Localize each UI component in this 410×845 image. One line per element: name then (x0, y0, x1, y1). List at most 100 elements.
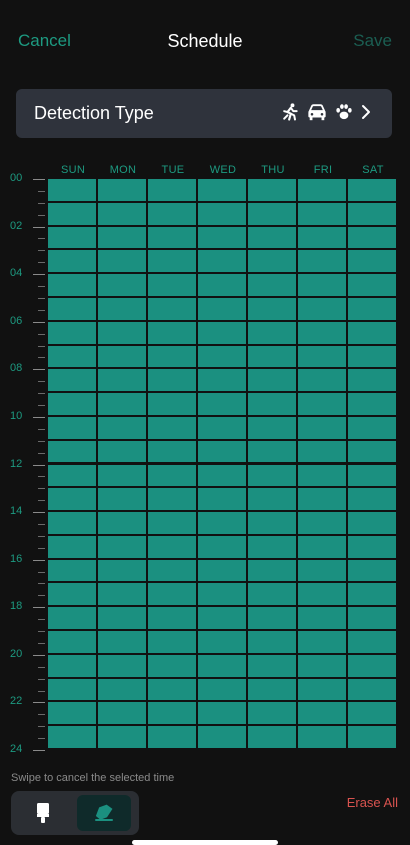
schedule-cell[interactable] (348, 393, 398, 417)
schedule-cell[interactable] (98, 345, 148, 370)
schedule-cell[interactable] (298, 179, 348, 203)
schedule-cell[interactable] (248, 631, 298, 655)
schedule-cell[interactable] (48, 179, 98, 203)
schedule-cell[interactable] (348, 607, 398, 632)
schedule-cell[interactable] (348, 464, 398, 489)
schedule-cell[interactable] (48, 250, 98, 275)
schedule-cell[interactable] (348, 488, 398, 513)
schedule-cell[interactable] (248, 654, 298, 679)
schedule-cell[interactable] (48, 202, 98, 227)
schedule-cell[interactable] (48, 631, 98, 655)
schedule-cell[interactable] (48, 369, 98, 394)
schedule-cell[interactable] (148, 440, 198, 465)
schedule-cell[interactable] (298, 464, 348, 489)
schedule-cell[interactable] (298, 726, 348, 750)
schedule-cell[interactable] (98, 440, 148, 465)
schedule-cell[interactable] (48, 726, 98, 750)
schedule-cell[interactable] (298, 559, 348, 584)
schedule-cell[interactable] (198, 393, 248, 417)
schedule-cell[interactable] (198, 440, 248, 465)
schedule-cell[interactable] (198, 702, 248, 727)
schedule-cell[interactable] (198, 345, 248, 370)
schedule-cell[interactable] (98, 654, 148, 679)
schedule-cell[interactable] (98, 393, 148, 417)
schedule-cell[interactable] (148, 393, 198, 417)
schedule-cell[interactable] (298, 607, 348, 632)
schedule-cell[interactable] (198, 512, 248, 536)
schedule-cell[interactable] (48, 512, 98, 536)
schedule-cell[interactable] (248, 179, 298, 203)
schedule-cell[interactable] (48, 535, 98, 560)
schedule-cell[interactable] (148, 726, 198, 750)
schedule-cell[interactable] (98, 512, 148, 536)
schedule-cell[interactable] (348, 631, 398, 655)
schedule-cell[interactable] (48, 654, 98, 679)
brush-tool-button[interactable] (16, 795, 70, 831)
schedule-cell[interactable] (298, 512, 348, 536)
schedule-cell[interactable] (248, 440, 298, 465)
schedule-cell[interactable] (148, 702, 198, 727)
schedule-cell[interactable] (148, 226, 198, 251)
schedule-cell[interactable] (148, 345, 198, 370)
schedule-cell[interactable] (148, 559, 198, 584)
schedule-cell[interactable] (198, 250, 248, 275)
schedule-cell[interactable] (248, 583, 298, 608)
schedule-cell[interactable] (348, 416, 398, 441)
schedule-cell[interactable] (48, 583, 98, 608)
schedule-cell[interactable] (98, 535, 148, 560)
schedule-cell[interactable] (148, 583, 198, 608)
schedule-cell[interactable] (248, 250, 298, 275)
schedule-cell[interactable] (298, 416, 348, 441)
schedule-cell[interactable] (298, 488, 348, 513)
schedule-cell[interactable] (348, 321, 398, 346)
schedule-cell[interactable] (298, 678, 348, 703)
schedule-cell[interactable] (348, 274, 398, 298)
erase-all-button[interactable]: Erase All (347, 795, 398, 810)
schedule-cell[interactable] (348, 345, 398, 370)
schedule-cell[interactable] (298, 250, 348, 275)
schedule-cell[interactable] (198, 179, 248, 203)
schedule-cell[interactable] (248, 678, 298, 703)
schedule-cell[interactable] (148, 274, 198, 298)
schedule-cell[interactable] (248, 393, 298, 417)
schedule-cell[interactable] (298, 535, 348, 560)
schedule-cell[interactable] (348, 440, 398, 465)
schedule-cell[interactable] (348, 654, 398, 679)
eraser-tool-button[interactable] (77, 795, 131, 831)
schedule-cell[interactable] (298, 440, 348, 465)
schedule-cell[interactable] (348, 202, 398, 227)
schedule-cell[interactable] (148, 202, 198, 227)
schedule-cell[interactable] (198, 416, 248, 441)
schedule-cell[interactable] (348, 583, 398, 608)
schedule-cell[interactable] (348, 179, 398, 203)
schedule-cell[interactable] (248, 607, 298, 632)
schedule-cell[interactable] (48, 440, 98, 465)
schedule-cell[interactable] (148, 464, 198, 489)
save-button[interactable]: Save (353, 31, 392, 51)
schedule-cell[interactable] (148, 369, 198, 394)
schedule-cell[interactable] (298, 297, 348, 322)
schedule-cell[interactable] (298, 345, 348, 370)
schedule-cell[interactable] (348, 702, 398, 727)
schedule-cell[interactable] (248, 416, 298, 441)
schedule-cell[interactable] (148, 535, 198, 560)
schedule-cell[interactable] (348, 369, 398, 394)
schedule-cell[interactable] (98, 488, 148, 513)
schedule-cell[interactable] (198, 631, 248, 655)
schedule-cell[interactable] (48, 488, 98, 513)
schedule-cell[interactable] (148, 654, 198, 679)
schedule-cell[interactable] (48, 416, 98, 441)
schedule-cell[interactable] (248, 297, 298, 322)
schedule-cell[interactable] (348, 250, 398, 275)
schedule-cell[interactable] (248, 345, 298, 370)
schedule-cell[interactable] (98, 416, 148, 441)
schedule-cell[interactable] (198, 274, 248, 298)
schedule-cell[interactable] (98, 321, 148, 346)
schedule-cell[interactable] (98, 250, 148, 275)
schedule-cell[interactable] (198, 321, 248, 346)
schedule-cell[interactable] (198, 607, 248, 632)
schedule-cell[interactable] (98, 702, 148, 727)
schedule-cell[interactable] (98, 583, 148, 608)
schedule-cell[interactable] (248, 512, 298, 536)
schedule-cell[interactable] (248, 464, 298, 489)
